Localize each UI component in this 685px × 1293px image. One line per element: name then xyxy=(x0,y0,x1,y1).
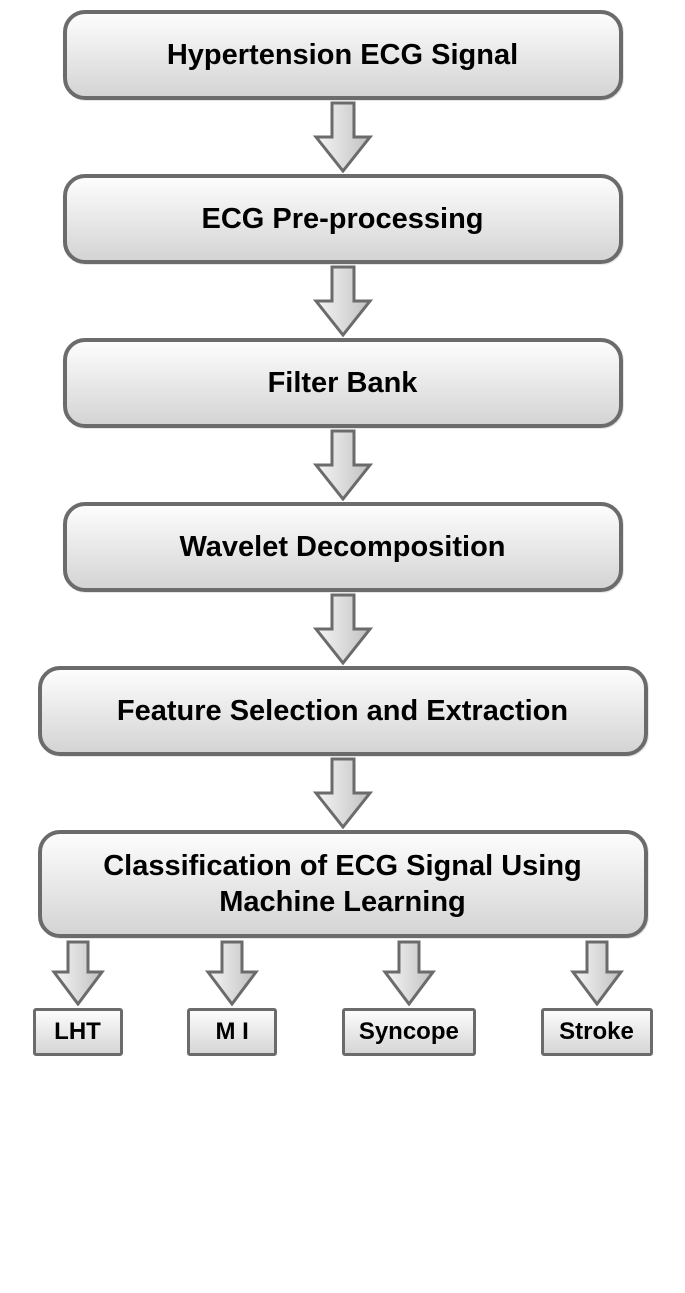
output-col-3: Syncope xyxy=(342,938,476,1056)
arrow-down-1 xyxy=(312,100,374,174)
stage-label: Classification of ECG Signal Using Machi… xyxy=(62,848,624,921)
outputs-row: LHT M I Syncope xyxy=(33,938,653,1056)
stage-label: Hypertension ECG Signal xyxy=(167,37,518,73)
output-label: M I xyxy=(215,1018,248,1046)
output-col-2: M I xyxy=(187,938,277,1056)
stage-label: Feature Selection and Extraction xyxy=(117,693,568,729)
stage-box-1: Hypertension ECG Signal xyxy=(63,10,623,100)
stage-box-5: Feature Selection and Extraction xyxy=(38,666,648,756)
output-label: Stroke xyxy=(559,1018,634,1046)
output-label: Syncope xyxy=(359,1018,459,1046)
output-box-4: Stroke xyxy=(541,1008,653,1056)
output-box-2: M I xyxy=(187,1008,277,1056)
output-col-1: LHT xyxy=(33,938,123,1056)
stage-box-4: Wavelet Decomposition xyxy=(63,502,623,592)
arrow-out-4 xyxy=(569,938,625,1008)
stage-box-2: ECG Pre-processing xyxy=(63,174,623,264)
arrow-down-3 xyxy=(312,428,374,502)
output-box-3: Syncope xyxy=(342,1008,476,1056)
arrow-out-2 xyxy=(204,938,260,1008)
arrow-out-1 xyxy=(50,938,106,1008)
arrow-down-2 xyxy=(312,264,374,338)
stage-label: Wavelet Decomposition xyxy=(179,529,505,565)
stage-label: ECG Pre-processing xyxy=(201,201,483,237)
stage-label: Filter Bank xyxy=(268,365,418,401)
arrow-down-5 xyxy=(312,756,374,830)
output-col-4: Stroke xyxy=(541,938,653,1056)
output-box-1: LHT xyxy=(33,1008,123,1056)
arrow-out-3 xyxy=(381,938,437,1008)
output-label: LHT xyxy=(54,1018,101,1046)
stage-box-3: Filter Bank xyxy=(63,338,623,428)
arrow-down-4 xyxy=(312,592,374,666)
flowchart: Hypertension ECG Signal ECG Pre-processi… xyxy=(10,10,675,1056)
stage-box-6: Classification of ECG Signal Using Machi… xyxy=(38,830,648,938)
